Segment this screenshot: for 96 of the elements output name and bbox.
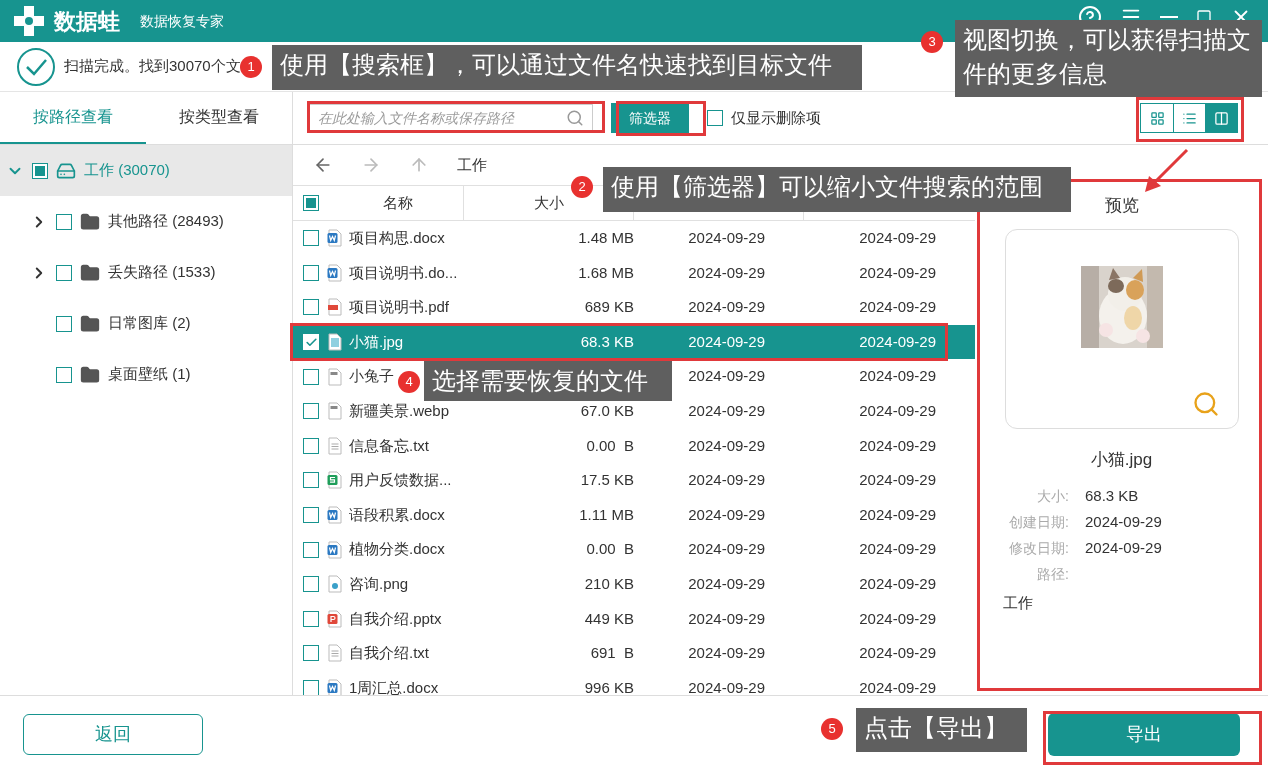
detail-value: 2024-09-29 — [1085, 511, 1162, 532]
created-date: 2024-09-29 — [688, 402, 765, 419]
modified-date: 2024-09-29 — [859, 609, 936, 627]
file-size: 1.11 MB — [579, 505, 634, 523]
modified-date: 2024-09-29 — [859, 436, 936, 454]
modified-date: 2024-09-29 — [859, 332, 936, 350]
modified-date: 2024-09-29 — [859, 471, 936, 489]
app-subtitle: 数据恢复专家 — [140, 11, 224, 31]
modified-date: 2024-09-29 — [859, 505, 936, 523]
created-date: 2024-09-29 — [688, 263, 765, 281]
callout-tooltip: 视图切换，可以获得扫描文件的更多信息 — [955, 20, 1262, 97]
file-name: 项目说明书.do... — [349, 262, 458, 283]
preview-path: 工作 — [1003, 593, 1034, 613]
tree-item[interactable]: 丢失路径 (1533) — [0, 247, 292, 298]
tree-item[interactable]: 日常图库 (2) — [0, 298, 292, 349]
file-name: 1周汇总.docx — [349, 677, 439, 695]
column-header[interactable]: 大小 — [533, 191, 564, 215]
file-size: 0.00 B — [586, 540, 634, 558]
file-size: 67.0 KB — [580, 402, 634, 419]
created-date: 2024-09-29 — [688, 471, 765, 489]
callout-tooltip: 使用【筛选器】可以缩小文件搜索的范围 — [603, 167, 1071, 212]
checkbox-label: 仅显示删除项 — [731, 107, 821, 128]
modified-date: 2024-09-29 — [859, 367, 936, 385]
step-number-badge: 5 — [821, 718, 843, 740]
file-size: 17.5 KB — [580, 471, 634, 489]
created-date: 2024-09-29 — [688, 678, 765, 695]
file-size: 1.68 MB — [578, 263, 634, 281]
callout-tooltip: 选择需要恢复的文件 — [424, 361, 672, 401]
file-size: 0.00 B — [586, 436, 634, 454]
file-name: 小兔子 — [349, 366, 394, 387]
file-name: 新疆美景.webp — [349, 401, 450, 421]
tree-label: 桌面壁纸 (1) — [108, 364, 191, 385]
file-name: 项目说明书.pdf — [349, 297, 450, 318]
created-date: 2024-09-29 — [688, 298, 765, 316]
file-size: 1.48 MB — [578, 229, 634, 247]
detail-value: 68.3 KB — [1085, 485, 1139, 506]
tree-label: 日常图库 (2) — [108, 313, 191, 334]
created-date: 2024-09-29 — [688, 332, 765, 350]
file-size: 689 KB — [584, 298, 634, 316]
file-name: 自我介绍.txt — [349, 643, 429, 664]
file-size: 210 KB — [584, 575, 634, 592]
detail-label: 创建日期: — [1008, 512, 1069, 532]
modified-date: 2024-09-29 — [859, 263, 936, 281]
tree-label: 丢失路径 (1533) — [108, 262, 216, 283]
callout-tooltip: 使用【搜索框】，可以通过文件名快速找到目标文件 — [272, 45, 862, 90]
created-date: 2024-09-29 — [688, 644, 765, 662]
created-date: 2024-09-29 — [688, 540, 765, 558]
preview-file-name: 小猫.jpg — [1090, 448, 1153, 471]
file-size: 449 KB — [584, 609, 634, 627]
created-date: 2024-09-29 — [688, 436, 765, 454]
sidebar-tab[interactable]: 按类型查看 — [146, 92, 292, 144]
file-name: 用户反馈数据... — [349, 470, 452, 491]
created-date: 2024-09-29 — [688, 609, 765, 627]
step-number-badge: 4 — [398, 371, 420, 393]
tree-item[interactable]: 其他路径 (28493) — [0, 196, 292, 247]
search-field[interactable]: 在此处输入文件名称或保存路径 — [309, 104, 593, 132]
file-size: 996 KB — [584, 678, 634, 695]
file-name: 自我介绍.pptx — [349, 608, 442, 629]
app-logo-text: 数据蛙 — [54, 7, 120, 36]
modified-date: 2024-09-29 — [859, 575, 936, 592]
tree-item[interactable]: 桌面壁纸 (1) — [0, 349, 292, 400]
column-header[interactable]: 名称 — [383, 193, 413, 211]
modified-date: 2024-09-29 — [859, 229, 936, 247]
export-button[interactable]: 导出 — [1048, 712, 1240, 756]
created-date: 2024-09-29 — [688, 229, 765, 247]
detail-label: 路径: — [1036, 564, 1069, 584]
tree-label: 其他路径 (28493) — [108, 211, 224, 232]
modified-date: 2024-09-29 — [859, 540, 936, 558]
detail-value: 2024-09-29 — [1085, 537, 1162, 558]
created-date: 2024-09-29 — [688, 505, 765, 523]
created-date: 2024-09-29 — [688, 367, 765, 385]
file-name: 植物分类.docx — [349, 539, 445, 560]
scan-status-text: 扫描完成。找到30070个文 — [64, 56, 241, 77]
step-number-badge: 2 — [571, 176, 593, 198]
callout-tooltip: 点击【导出】 — [856, 708, 1027, 752]
preview-title: 预览 — [1104, 195, 1139, 217]
file-name: 咨询.png — [349, 574, 409, 594]
file-name: 语段积累.docx — [349, 504, 445, 525]
step-number-badge: 3 — [921, 31, 943, 53]
step-number-badge: 1 — [240, 56, 262, 78]
modified-date: 2024-09-29 — [859, 298, 936, 316]
file-name: 信息备忘.txt — [349, 435, 429, 456]
modified-date: 2024-09-29 — [859, 644, 936, 662]
detail-label: 大小: — [1036, 486, 1069, 506]
filter-button[interactable]: 筛选器 — [611, 103, 689, 133]
created-date: 2024-09-29 — [688, 575, 765, 592]
tree-label: 工作 (30070) — [84, 160, 170, 181]
file-size: 691 B — [590, 644, 634, 662]
file-name: 项目构思.docx — [349, 228, 445, 249]
file-size: 68.3 KB — [580, 332, 634, 350]
file-name: 小猫.jpg — [349, 331, 404, 352]
current-path: 工作 — [457, 154, 487, 175]
modified-date: 2024-09-29 — [859, 402, 936, 419]
detail-label: 修改日期: — [1008, 538, 1069, 558]
back-button[interactable]: 返回 — [23, 713, 203, 755]
modified-date: 2024-09-29 — [859, 678, 936, 695]
